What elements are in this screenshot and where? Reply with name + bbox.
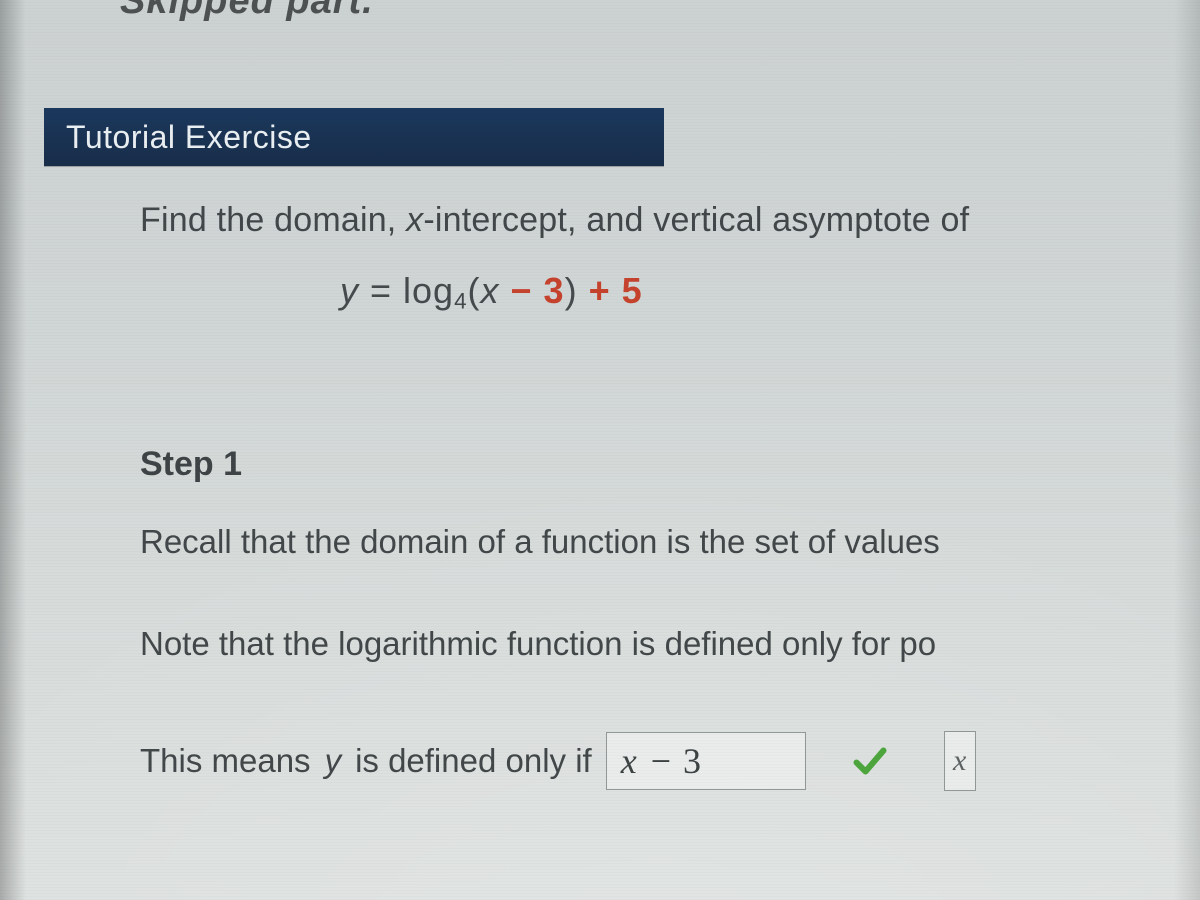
problem-prompt: Find the domain, x-intercept, and vertic… — [140, 198, 1200, 242]
equation-minus3: − 3 — [500, 270, 565, 311]
equation-x: x — [481, 270, 500, 311]
equation-log-base: 4 — [454, 289, 467, 314]
photo-edge-left — [0, 0, 26, 900]
answer-box-x: x — [621, 740, 639, 782]
screenshot-surface: Skipped part. Tutorial Exercise Find the… — [0, 0, 1200, 900]
cutoff-header-text: Skipped part. — [120, 0, 374, 23]
answer-box-minus: − — [651, 740, 673, 782]
equation-equals: = — [359, 270, 403, 311]
step-1-line-1: Recall that the domain of a function is … — [140, 520, 1200, 565]
equation-close: ) — [565, 270, 578, 311]
check-icon — [852, 743, 888, 779]
step-1-label: Step 1 — [140, 445, 1200, 484]
banner-title: Tutorial Exercise — [66, 119, 312, 156]
equation-open: ( — [468, 270, 481, 311]
answer-input-box[interactable]: x − 3 — [606, 732, 806, 790]
answer-line: This means y is defined only if x − 3 x — [140, 731, 1200, 791]
equation-log: log4 — [403, 270, 467, 311]
prompt-pre: Find the domain, — [140, 201, 406, 239]
tutorial-exercise-banner: Tutorial Exercise — [44, 108, 664, 166]
step-1-line-2: Note that the logarithmic function is de… — [140, 622, 1200, 667]
content-area: Find the domain, x-intercept, and vertic… — [140, 198, 1200, 791]
equation-plus5: + 5 — [578, 270, 643, 311]
equation-y: y — [340, 270, 359, 311]
secondary-input-box[interactable]: x — [944, 731, 976, 791]
prompt-post: -intercept, and vertical asymptote of — [423, 201, 969, 239]
equation: y = log4(x − 3) + 5 — [340, 270, 1200, 315]
answer-y-italic: y — [325, 742, 342, 780]
answer-box-three: 3 — [683, 740, 703, 782]
answer-middle: is defined only if — [355, 742, 592, 780]
answer-prefix: This means — [140, 742, 311, 780]
equation-log-label: log — [403, 270, 454, 311]
prompt-x-italic: x — [406, 201, 423, 239]
